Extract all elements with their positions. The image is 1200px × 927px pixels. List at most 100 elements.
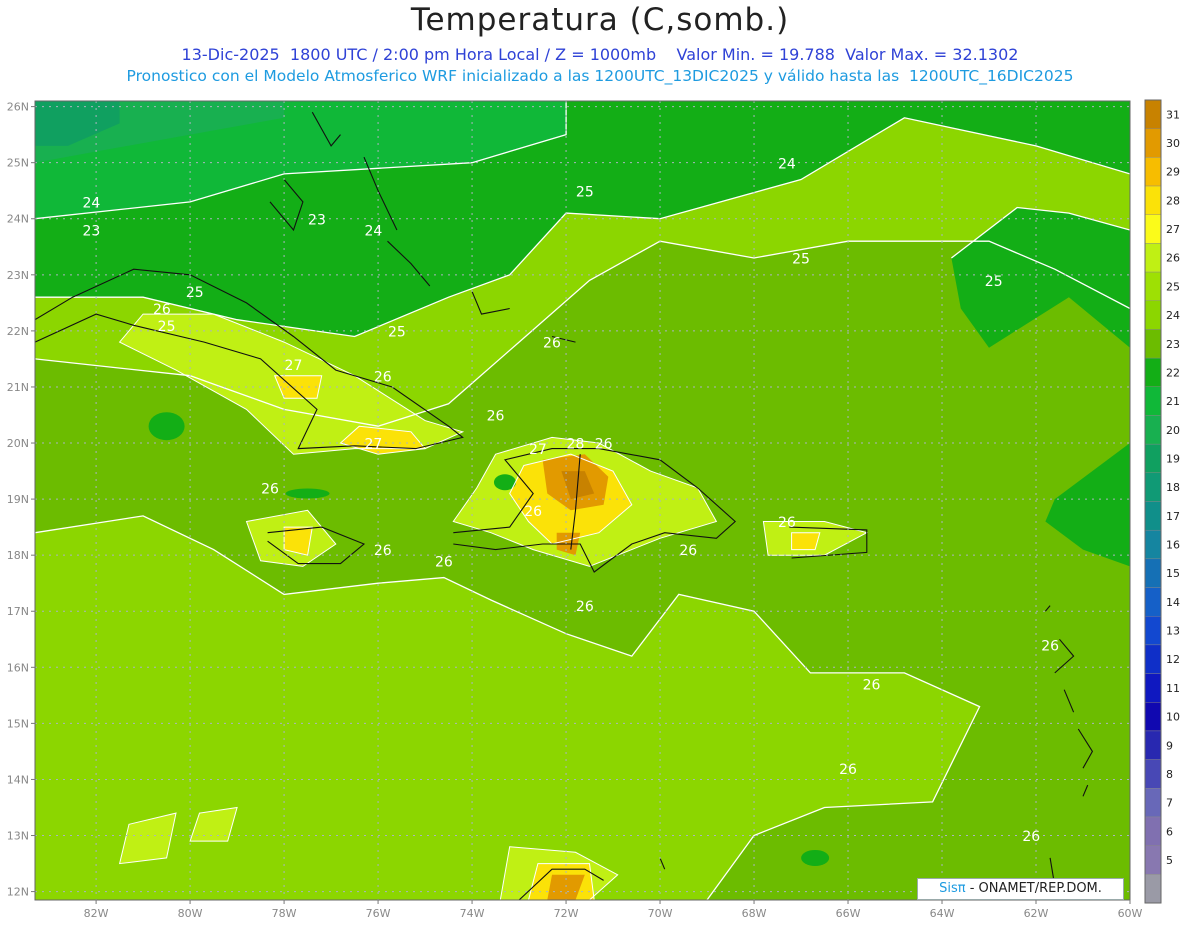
colorbar-label: 27 — [1166, 223, 1180, 236]
colorbar-segment — [1144, 644, 1162, 674]
contour-label: 28 — [567, 437, 585, 453]
contour-label: 23 — [308, 212, 326, 228]
colorbar-label: 24 — [1166, 309, 1180, 322]
colorbar-label: 25 — [1166, 280, 1180, 293]
contour-label: 26 — [543, 336, 561, 352]
contour-label: 25 — [792, 252, 810, 268]
contour-label: 26 — [839, 762, 857, 778]
lon-label: 82W — [84, 907, 109, 920]
contour-label: 27 — [529, 442, 547, 458]
colorbar-segment — [1144, 99, 1162, 129]
colorbar-label: 9 — [1166, 739, 1173, 752]
colorbar-label: 6 — [1166, 825, 1173, 838]
lat-label: 18N — [7, 549, 29, 562]
colorbar-label: 15 — [1166, 567, 1180, 580]
contour-label: 26 — [524, 504, 542, 520]
colorbar-segment — [1144, 616, 1162, 646]
cool-patch — [148, 412, 185, 441]
contour-label: 24 — [778, 156, 796, 172]
contour-label: 26 — [778, 515, 796, 531]
contour-label: 27 — [285, 358, 303, 374]
sispi-logo-text: Sisπ — [939, 881, 966, 896]
lon-label: 68W — [742, 907, 767, 920]
lon-label: 72W — [554, 907, 579, 920]
lat-label: 12N — [7, 886, 29, 899]
colorbar-segment — [1144, 730, 1162, 760]
colorbar: 31 30 29 28 27 26 25 24 23 22 21 20 19 18 17 16 15 14 13 12… — [1144, 99, 1180, 904]
colorbar-segment — [1144, 329, 1162, 359]
contour-label: 25 — [576, 184, 594, 200]
lon-label: 62W — [1024, 907, 1049, 920]
lat-label: 16N — [7, 661, 29, 674]
contour-label: 25 — [388, 324, 406, 340]
lat-label: 17N — [7, 605, 29, 618]
contour-label: 24 — [364, 224, 382, 240]
colorbar-label: 28 — [1166, 194, 1180, 207]
contour-label: 26 — [487, 409, 505, 425]
cool-patch — [801, 849, 830, 866]
lon-label: 78W — [272, 907, 297, 920]
lon-label: 74W — [460, 907, 485, 920]
colorbar-label: 7 — [1166, 797, 1173, 810]
colorbar-segment — [1144, 529, 1162, 560]
colorbar-segment — [1144, 759, 1162, 789]
colorbar-label: 19 — [1166, 452, 1180, 465]
colorbar-segment — [1144, 185, 1162, 215]
colorbar-segment — [1144, 357, 1162, 387]
lat-label: 23N — [7, 269, 29, 282]
colorbar-label: 16 — [1166, 539, 1180, 552]
contour-label: 27 — [364, 437, 382, 453]
lat-label: 19N — [7, 493, 29, 506]
lat-label: 20N — [7, 437, 29, 450]
colorbar-label: 12 — [1166, 653, 1180, 666]
colorbar-label: 31 — [1166, 108, 1180, 121]
colorbar-segment — [1144, 128, 1162, 158]
colorbar-label: 17 — [1166, 510, 1180, 523]
colorbar-label: 18 — [1166, 481, 1180, 494]
lat-label: 26N — [7, 101, 29, 114]
colorbar-label: 20 — [1166, 424, 1180, 437]
colorbar-label: 21 — [1166, 395, 1180, 408]
colorbar-segment — [1144, 415, 1162, 445]
colorbar-segment — [1144, 587, 1162, 617]
lat-label: 13N — [7, 830, 29, 843]
colorbar-segment — [1144, 443, 1162, 474]
colorbar-label: 26 — [1166, 252, 1180, 265]
contour-label: 26 — [595, 437, 613, 453]
credit-box: Sisπ - ONAMET/REP.DOM. — [917, 878, 1124, 900]
lat-label: 21N — [7, 381, 29, 394]
colorbar-segment — [1144, 472, 1162, 502]
lon-label: 70W — [648, 907, 673, 920]
lon-label: 76W — [366, 907, 391, 920]
colorbar-segment — [1144, 816, 1162, 846]
credit-org: - ONAMET/REP.DOM. — [965, 881, 1102, 896]
colorbar-label: 8 — [1166, 768, 1173, 781]
colorbar-segment — [1144, 558, 1162, 588]
contour-label: 26 — [374, 369, 392, 385]
colorbar-segment — [1144, 386, 1162, 416]
contour-label: 26 — [1022, 829, 1040, 845]
contour-label: 26 — [435, 554, 453, 570]
contour-label: 26 — [153, 302, 171, 318]
temperature-shading — [35, 101, 1130, 900]
lat-label: 14N — [7, 773, 29, 786]
contour-label: 25 — [985, 274, 1003, 290]
contour-label: 24 — [82, 196, 100, 212]
lon-label: 66W — [836, 907, 861, 920]
lat-label: 15N — [7, 717, 29, 730]
colorbar-label: 30 — [1166, 137, 1180, 150]
lon-label: 80W — [178, 907, 203, 920]
contour-label: 26 — [261, 481, 279, 497]
contour-label: 26 — [374, 543, 392, 559]
colorbar-label: 11 — [1166, 682, 1180, 695]
colorbar-segment — [1144, 271, 1162, 301]
colorbar-segment — [1144, 874, 1162, 904]
contour-label: 26 — [679, 543, 697, 559]
lat-label: 24N — [7, 213, 29, 226]
colorbar-segment — [1144, 788, 1162, 818]
colorbar-label: 14 — [1166, 596, 1180, 609]
colorbar-segment — [1144, 673, 1162, 703]
lon-label: 60W — [1118, 907, 1143, 920]
colorbar-segment — [1144, 214, 1162, 244]
colorbar-label: 29 — [1166, 166, 1180, 179]
